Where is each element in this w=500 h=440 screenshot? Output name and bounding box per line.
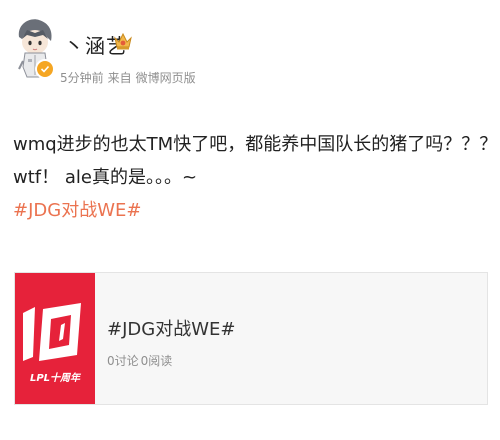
crown-badge-icon[interactable] — [112, 30, 134, 52]
hashtag-link[interactable]: #JDG对战WE# — [13, 194, 493, 227]
logo-text: LPL十周年 — [30, 372, 82, 384]
topic-stats: 0讨论 0阅读 — [107, 352, 174, 369]
topic-title[interactable]: #JDG对战WE# — [107, 315, 235, 341]
source-prefix: 来自 — [107, 71, 132, 85]
post-source[interactable]: 微博网页版 — [136, 71, 196, 85]
post-meta: 5分钟前 来自 微博网页版 — [60, 69, 200, 86]
read-count: 0阅读 — [140, 354, 173, 368]
post-text-line-1: wmq进步的也太TM快了吧，都能养中国队长的猪了吗？？？ — [13, 134, 498, 155]
post-content: wmq进步的也太TM快了吧，都能养中国队长的猪了吗？？？ wtf！ ale真的是… — [13, 128, 498, 227]
discuss-count: 0讨论 — [107, 354, 139, 368]
weibo-post: 丶涵艺 5分钟前 来自 微博网页版 wmq进步的也太TM快了吧，都能养中国队长的猪了… — [0, 0, 500, 440]
post-time[interactable]: 5分钟前 — [60, 71, 104, 85]
lpl-10th-anniversary-logo: LPL十周年 — [15, 273, 95, 404]
post-text-line-2: wtf！ ale真的是。。。~ — [13, 167, 198, 188]
topic-card[interactable]: LPL十周年 #JDG对战WE# 0讨论 0阅读 — [14, 272, 488, 405]
verified-badge-icon — [35, 59, 55, 79]
